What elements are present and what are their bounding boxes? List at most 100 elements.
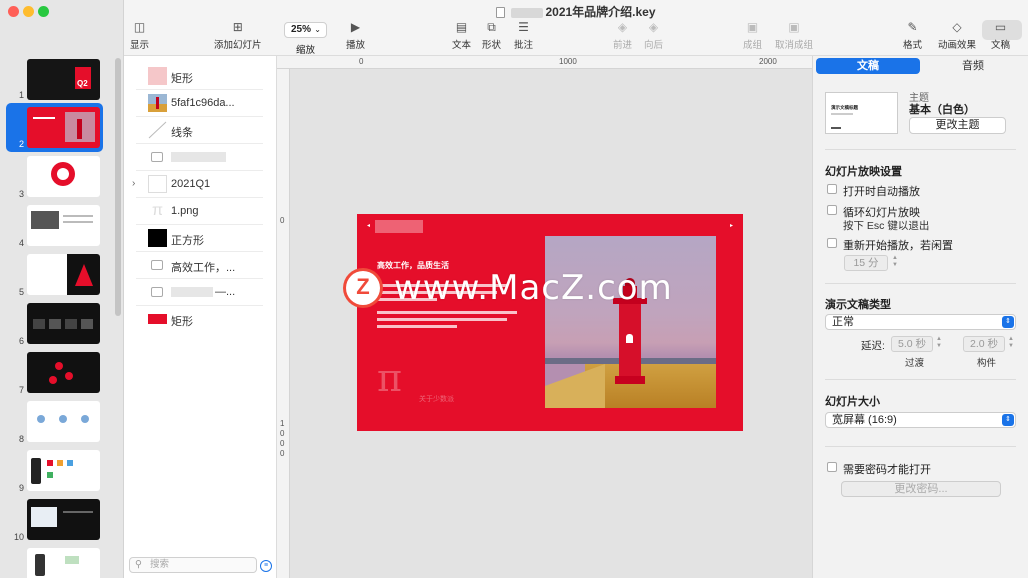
object-row-text-redacted[interactable] [124,144,277,171]
shape-icon: ⧉ [487,20,496,34]
close-window-button[interactable] [8,6,19,17]
slide-number-7: 7 [18,385,24,395]
diamond-icon: ◇ [952,20,962,34]
paintbrush-icon: ✎ [907,20,918,34]
slide-size-select[interactable]: 宽屏幕 (16:9) ⇕ [825,412,1016,428]
tab-audio[interactable]: 音频 [921,58,1025,74]
slide-number-10: 10 [13,532,24,542]
send-backward-button[interactable]: ◈ 向后 [644,20,663,51]
zoom-select[interactable]: 25% ⌄ [284,22,327,38]
object-row-png[interactable]: π 1.png [124,198,277,225]
square-swatch [148,229,167,247]
slide-thumbnail-2[interactable] [27,107,100,148]
restart-idle-checkbox[interactable] [827,238,837,248]
object-row-image[interactable]: 5faf1c96da... [124,90,277,117]
send-backward-icon: ◈ [648,20,659,34]
current-slide[interactable]: ◂ ▸ 高效工作，品质生活 π 关于少数派 [357,214,743,431]
object-row-square[interactable]: 正方形 [124,225,277,252]
require-password-checkbox[interactable] [827,462,837,472]
filter-icon[interactable]: ≡ [260,560,272,572]
theme-thumbnail[interactable]: 演示文稿标题 [825,92,898,134]
slide-thumbnail-8[interactable] [27,401,100,442]
build-delay-field[interactable]: 2.0 秒 [963,336,1005,352]
view-button[interactable]: ◫ 显示 [130,20,149,51]
inspector-tabs: 文稿 音频 [816,58,1016,74]
slide-number-2: 2 [18,139,24,149]
object-row-text-body[interactable]: —... [124,279,277,306]
group-button[interactable]: ▣ 成组 [743,20,762,51]
transition-label: 过渡 [905,358,925,369]
slide-thumbnail-11[interactable] [27,548,100,578]
delay-label: 延迟: [861,340,885,352]
ungroup-button[interactable]: ▣ 取消成组 [775,20,813,51]
comment-button[interactable]: ☰ 批注 [514,20,533,51]
slide-thumbnail-1[interactable]: Q2 [27,59,100,100]
transition-delay-field[interactable]: 5.0 秒 [891,336,933,352]
shape-button[interactable]: ⧉ 形状 [482,20,501,51]
object-row-line[interactable]: 线条 [124,117,277,144]
slide-canvas[interactable]: 0 1000 2000 0 1000 ◂ ▸ 高效工作，品质生活 π 关于少数派 [277,56,812,578]
slide-size-title: 幻灯片大小 [825,396,880,408]
build-delay-stepper[interactable]: ▲ ▼ [1007,336,1015,352]
slide-lighthouse-photo[interactable] [545,236,716,408]
slide-number-9: 9 [18,483,24,493]
bring-forward-button[interactable]: ◈ 前进 [613,20,632,51]
slide-number-8: 8 [18,434,24,444]
play-button[interactable]: ▶ 播放 [346,20,365,51]
redacted-title-part [511,7,544,18]
animate-button[interactable]: ◇ 动画效果 [938,20,976,51]
select-arrows-icon: ⇕ [1002,316,1014,328]
object-row-rectangle[interactable]: 矩形 [124,63,277,90]
watermark-badge: Z [346,271,380,305]
change-password-button[interactable]: 更改密码... [841,481,1001,497]
autoplay-checkbox[interactable] [827,184,837,194]
select-arrows-icon: ⇕ [1002,414,1014,426]
slide-thumbnail-10[interactable] [27,499,100,540]
document-button[interactable]: ▭ 文稿 [991,20,1010,51]
object-row-group-2021q1[interactable]: › 2021Q1 [124,171,277,198]
comment-icon: ☰ [518,20,529,34]
slide-thumbnail-4[interactable] [27,205,100,246]
slide-thumbnail-7[interactable] [27,352,100,393]
format-button[interactable]: ✎ 格式 [903,20,922,51]
presentation-type-select[interactable]: 正常 ⇕ [825,314,1016,330]
idle-minutes-stepper[interactable]: ▲ ▼ [891,255,899,271]
slide-pi-logo[interactable]: π [377,356,402,400]
autoplay-label: 打开时自动播放 [843,186,920,198]
object-row-text-heading[interactable]: 高效工作，... [124,252,277,279]
require-password-label: 需要密码才能打开 [843,464,931,476]
slide-number-6: 6 [18,336,24,346]
slide-thumbnail-5[interactable] [27,254,100,295]
build-label: 构件 [977,358,997,369]
disclosure-chevron-icon[interactable]: › [132,178,135,189]
zoom-window-button[interactable] [38,6,49,17]
text-box-icon [151,152,163,162]
object-search-input[interactable]: ⚲ 搜索 [129,557,257,573]
slide-thumbnail-3[interactable] [27,156,100,197]
divider [825,283,1016,284]
vertical-ruler: 0 1000 [277,69,290,578]
group-swatch [148,175,167,193]
add-slide-button[interactable]: ⊞ 添加幻灯片 [214,20,262,51]
text-box-icon [151,260,163,270]
transition-delay-stepper[interactable]: ▲ ▼ [935,336,943,352]
slide-thumbnail-6[interactable] [27,303,100,344]
main-toolbar: 2021年品牌介绍.key ◫ 显示 25% ⌄ 缩放 ⊞ 添加幻灯片 ▶ 播放 … [124,0,1028,56]
rectangle-swatch [148,314,167,324]
loop-checkbox[interactable] [827,205,837,215]
slide-footer-text[interactable]: 关于少数派 [419,394,454,404]
add-slide-icon: ⊞ [232,20,243,34]
tab-document[interactable]: 文稿 [816,58,920,74]
ungroup-icon: ▣ [788,20,800,34]
slide-logo-placeholder [375,220,423,233]
change-theme-button[interactable]: 更改主题 [909,117,1006,134]
bring-forward-icon: ◈ [617,20,628,34]
text-button[interactable]: ▤ 文本 [452,20,471,51]
minimize-window-button[interactable] [23,6,34,17]
navigator-scrollbar[interactable] [115,58,121,316]
idle-minutes-field[interactable]: 15 分 [844,255,888,271]
object-row-rectangle-red[interactable]: 矩形 [124,306,277,333]
line-swatch [148,121,167,139]
slide-thumbnail-9[interactable] [27,450,100,491]
text-box-icon [151,287,163,297]
